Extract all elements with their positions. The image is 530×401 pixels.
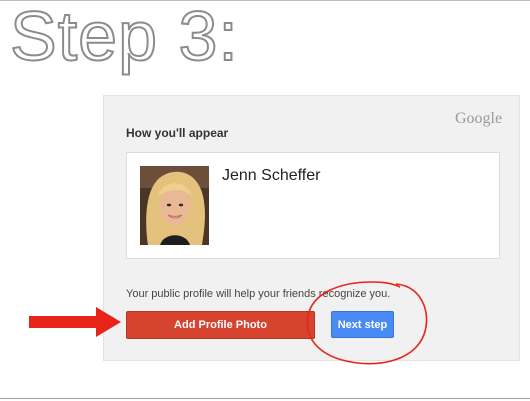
google-logo: Google (455, 110, 503, 127)
helper-text: Your public profile will help your frien… (126, 288, 391, 300)
avatar (140, 166, 209, 245)
section-title: How you'll appear (126, 126, 229, 140)
step-heading: Step 3: (9, 0, 239, 76)
profile-name: Jenn Scheffer (222, 167, 321, 184)
add-profile-photo-button[interactable]: Add Profile Photo (126, 311, 315, 339)
next-step-button[interactable]: Next step (331, 311, 394, 338)
bottom-divider (0, 398, 530, 399)
